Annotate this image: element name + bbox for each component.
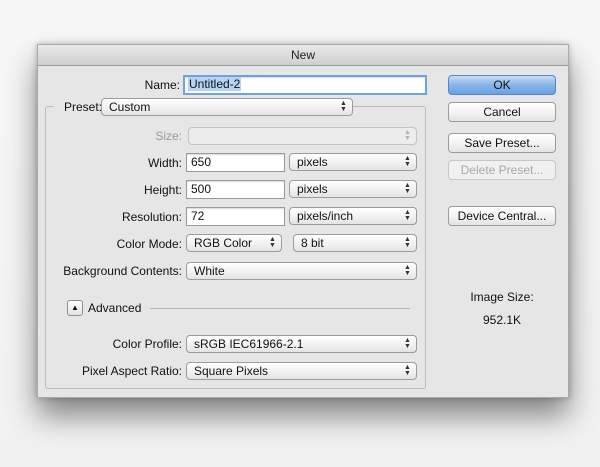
dialog-title: New <box>38 45 568 66</box>
up-down-chevron-icon: ▲ ▼ <box>404 155 411 168</box>
delete-preset-button[interactable]: Delete Preset... <box>448 160 556 180</box>
advanced-divider <box>150 308 410 309</box>
color-mode-label: Color Mode: <box>116 237 182 251</box>
new-document-dialog: New Name: Untitled-2 Preset: Custom ▲ ▼ S… <box>37 44 569 398</box>
up-down-chevron-icon: ▲ ▼ <box>404 264 411 277</box>
resolution-label: Resolution: <box>121 210 182 224</box>
color-mode-value: RGB Color <box>194 236 253 250</box>
ok-button[interactable]: OK <box>448 75 556 95</box>
height-unit-value: pixels <box>297 182 328 196</box>
background-contents-label: Background Contents: <box>63 264 182 278</box>
height-unit-select[interactable]: pixels ▲ ▼ <box>289 180 417 198</box>
up-down-chevron-icon: ▲ ▼ <box>404 236 411 249</box>
image-size-label: Image Size: <box>470 290 534 304</box>
pixel-aspect-ratio-select[interactable]: Square Pixels ▲ ▼ <box>186 362 417 380</box>
name-field[interactable]: Untitled-2 <box>183 75 427 95</box>
height-label: Height: <box>143 183 182 197</box>
background-contents-value: White <box>194 264 225 278</box>
up-down-chevron-icon: ▲ ▼ <box>404 129 411 142</box>
color-profile-label: Color Profile: <box>112 337 182 351</box>
pixel-aspect-ratio-label: Pixel Aspect Ratio: <box>81 364 182 378</box>
resolution-unit-select[interactable]: pixels/inch ▲ ▼ <box>289 207 417 225</box>
name-label: Name: <box>144 78 180 92</box>
bit-depth-value: 8 bit <box>301 236 324 250</box>
up-down-chevron-icon: ▲ ▼ <box>340 100 347 113</box>
resolution-unit-value: pixels/inch <box>297 209 354 223</box>
up-down-chevron-icon: ▲ ▼ <box>404 364 411 377</box>
pixel-aspect-ratio-value: Square Pixels <box>194 364 269 378</box>
name-field-value: Untitled-2 <box>188 77 242 91</box>
width-unit-select[interactable]: pixels ▲ ▼ <box>289 153 417 171</box>
preset-select-value: Custom <box>109 100 151 114</box>
up-down-chevron-icon: ▲ ▼ <box>269 236 276 249</box>
width-input[interactable]: 650 <box>186 153 285 172</box>
resolution-input[interactable]: 72 <box>186 207 285 226</box>
width-unit-value: pixels <box>297 155 328 169</box>
up-down-chevron-icon: ▲ ▼ <box>404 337 411 350</box>
size-select[interactable]: ▲ ▼ <box>188 127 417 145</box>
advanced-label: Advanced <box>88 301 142 315</box>
image-size-value: 952.1K <box>482 313 522 327</box>
disclosure-triangle-icon[interactable]: ▲ <box>67 300 83 316</box>
preset-label: Preset: <box>54 98 102 116</box>
width-label: Width: <box>147 156 182 170</box>
color-profile-select[interactable]: sRGB IEC61966-2.1 ▲ ▼ <box>186 335 417 353</box>
background-contents-select[interactable]: White ▲ ▼ <box>186 262 417 280</box>
bit-depth-select[interactable]: 8 bit ▲ ▼ <box>293 234 417 252</box>
height-input[interactable]: 500 <box>186 180 285 199</box>
preset-select[interactable]: Custom ▲ ▼ <box>101 98 353 116</box>
save-preset-button[interactable]: Save Preset... <box>448 133 556 153</box>
device-central-button[interactable]: Device Central... <box>448 206 556 226</box>
up-down-chevron-icon: ▲ ▼ <box>404 182 411 195</box>
color-mode-select[interactable]: RGB Color ▲ ▼ <box>186 234 282 252</box>
up-down-chevron-icon: ▲ ▼ <box>404 209 411 222</box>
color-profile-value: sRGB IEC61966-2.1 <box>194 337 304 351</box>
size-label: Size: <box>155 129 182 143</box>
cancel-button[interactable]: Cancel <box>448 102 556 122</box>
